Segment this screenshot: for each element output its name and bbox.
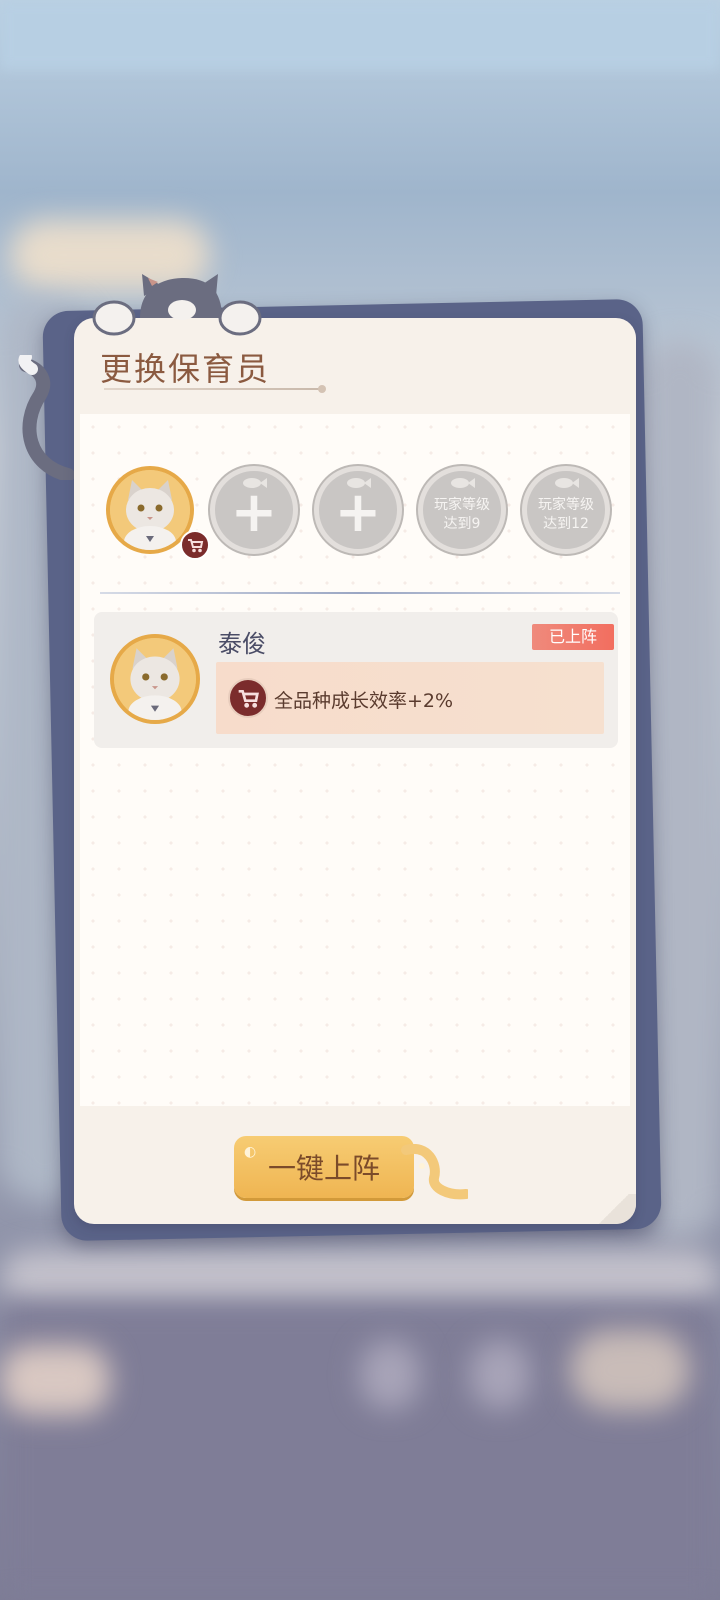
background-blurred-button [0,1345,110,1415]
nanny-card[interactable]: 泰俊 已上阵 全品种成长效率+2% [94,612,618,748]
dialog-content: + + 玩家等级 达到9 玩家等级 达到12 泰俊 已上阵 全品种成长效率+2% [80,414,630,1106]
deploy-all-label: 一键上阵 [267,1152,380,1185]
slot-lock-line1: 玩家等级 [538,497,594,513]
nanny-slot-3-add[interactable]: + [314,466,402,554]
fish-icon [347,478,371,488]
add-icon: + [230,480,278,545]
status-badge: 已上阵 [532,624,614,650]
background-blurred-icon [360,1340,420,1410]
nanny-slot-4-locked[interactable]: 玩家等级 达到9 [418,466,506,554]
fish-icon [555,478,579,488]
slot-lock-line1: 玩家等级 [434,497,490,513]
cheese-tail-icon [401,1144,468,1200]
slot-lock-label: 玩家等级 达到9 [434,496,490,534]
stroller-badge-icon [180,530,210,560]
title-underline [104,385,326,393]
nanny-bonus: 全品种成长效率+2% [216,662,604,734]
bonus-text: 全品种成长效率+2% [274,690,454,712]
nanny-dialog: 更换保育员 + + 玩家等级 达到9 玩家等级 达到12 泰俊 已上阵 全品种成… [74,318,636,1224]
divider [100,592,620,594]
background-blurred-icon [470,1340,530,1410]
nanny-slot-5-locked[interactable]: 玩家等级 达到12 [522,466,610,554]
add-icon: + [334,480,382,545]
stroller-icon [228,678,268,718]
slot-lock-line2: 达到12 [543,516,589,532]
slot-lock-line2: 达到9 [443,516,481,532]
nanny-slots: + + 玩家等级 达到9 玩家等级 达到12 [98,466,618,566]
nanny-slot-2-add[interactable]: + [210,466,298,554]
moon-icon: ◐ [244,1144,257,1160]
dialog-title: 更换保育员 [100,350,271,388]
background-blurred-icon [570,1330,690,1410]
cat-mascot-icon [92,274,262,336]
cat-portrait-icon [114,638,196,720]
nanny-name: 泰俊 [218,630,266,658]
slot-lock-label: 玩家等级 达到12 [538,496,594,534]
fish-icon [451,478,475,488]
cat-portrait-icon [110,470,190,550]
nanny-avatar [110,634,200,724]
fish-icon [243,478,267,488]
deploy-all-button[interactable]: ◐ 一键上阵 [234,1136,414,1198]
background-sky [0,0,720,70]
